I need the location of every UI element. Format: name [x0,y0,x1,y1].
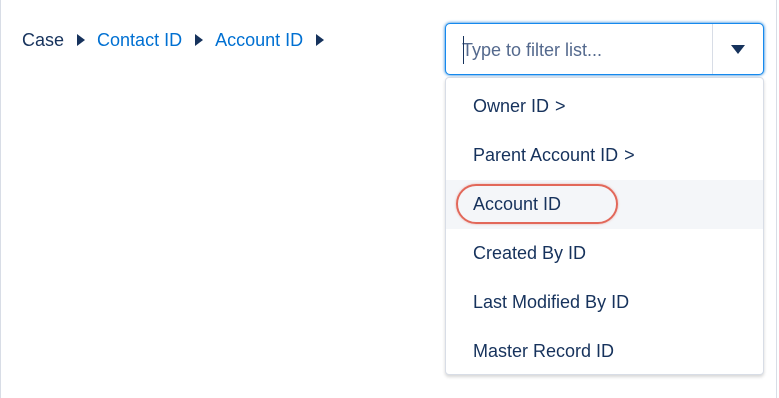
text-cursor [463,36,464,64]
list-item-master-record-id[interactable]: Master Record ID [446,327,763,376]
breadcrumb-item-case: Case [22,29,65,50]
right-triangle-icon [77,34,86,46]
down-triangle-icon [731,44,745,54]
list-item-label: Account ID [473,194,562,214]
chevron-right-icon: > [624,145,635,165]
list-item-owner-id[interactable]: Owner ID > [446,82,763,131]
breadcrumb: Case Contact ID Account ID [22,20,336,60]
right-triangle-icon [316,34,325,46]
breadcrumb-item-account-id[interactable]: Account ID [215,30,303,51]
filter-combobox[interactable] [445,23,764,75]
right-triangle-icon [195,34,204,46]
dropdown-toggle-button[interactable] [713,24,763,74]
list-item-account-id[interactable]: Account ID [446,180,763,229]
list-item-last-modified-by-id[interactable]: Last Modified By ID [446,278,763,327]
chevron-right-icon: > [555,96,566,116]
field-dropdown-list: Owner ID > Parent Account ID > Account ID … [445,77,764,375]
list-item-label: Last Modified By ID [473,292,630,312]
filter-input[interactable] [462,36,702,64]
list-item-label: Created By ID [473,243,587,263]
list-item-label: Parent Account ID [473,145,619,165]
list-item-created-by-id[interactable]: Created By ID [446,229,763,278]
list-item-label: Owner ID [473,96,550,116]
list-item-label: Master Record ID [473,341,615,361]
list-item-parent-account-id[interactable]: Parent Account ID > [446,131,763,180]
breadcrumb-item-contact-id[interactable]: Contact ID [97,30,182,51]
